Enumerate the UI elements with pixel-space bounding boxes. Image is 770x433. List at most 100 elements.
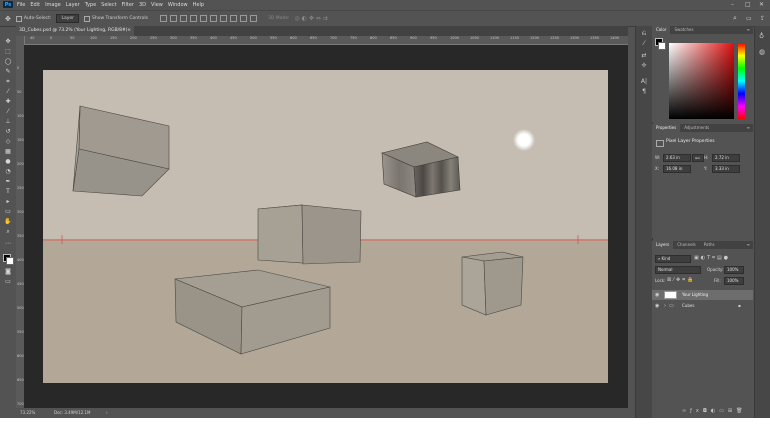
close-document-icon[interactable]: × bbox=[127, 26, 131, 36]
blur-tool-icon[interactable]: ● bbox=[4, 158, 12, 165]
character-icon[interactable]: A| bbox=[640, 78, 648, 86]
x-field[interactable]: 16.08 in bbox=[663, 165, 691, 173]
width-field[interactable]: 2.63 in bbox=[663, 154, 691, 162]
menu-window[interactable]: Window bbox=[168, 2, 188, 8]
height-field[interactable]: 2.72 in bbox=[712, 154, 740, 162]
layer-row-cubes[interactable]: ◉ › ▭ Cubes ▪ bbox=[652, 301, 753, 311]
hue-slider[interactable] bbox=[738, 43, 745, 119]
stamp-tool-icon[interactable]: ⊥ bbox=[4, 118, 12, 125]
background-color-swatch[interactable] bbox=[6, 257, 14, 265]
auto-select-option[interactable]: Auto-Select: bbox=[15, 15, 51, 22]
status-menu-arrow[interactable]: › bbox=[106, 408, 108, 418]
tab-paths[interactable]: Paths bbox=[700, 241, 719, 249]
minimize-button[interactable]: – bbox=[731, 1, 734, 8]
shape-tool-icon[interactable]: ▭ bbox=[4, 208, 12, 215]
crop-tool-icon[interactable]: ⌗ bbox=[4, 78, 12, 85]
brush-settings-icon[interactable]: ⁄ bbox=[640, 40, 648, 48]
quick-mask-icon[interactable]: ◙ bbox=[4, 268, 12, 275]
menu-edit[interactable]: Edit bbox=[30, 2, 40, 8]
tab-adjustments[interactable]: Adjustments bbox=[680, 124, 713, 132]
photoshop-logo-icon[interactable]: Ps bbox=[3, 1, 13, 8]
layer-row-your-lighting[interactable]: ◉ Your Lighting bbox=[652, 290, 753, 300]
menu-filter[interactable]: Filter bbox=[122, 2, 134, 8]
eraser-tool-icon[interactable]: ◇ bbox=[4, 138, 12, 145]
clone-source-icon[interactable]: ✢ bbox=[640, 62, 648, 70]
fill-field[interactable]: 100% bbox=[724, 277, 744, 285]
color-bg-swatch[interactable] bbox=[658, 42, 666, 50]
menu-view[interactable]: View bbox=[151, 2, 163, 8]
dodge-tool-icon[interactable]: ◔ bbox=[4, 168, 12, 175]
3d-mode-icons[interactable]: ◎ ◐ ✥ ⇔ ⇉ bbox=[295, 15, 328, 22]
document-tab-bar: 3D_Cubes.psd @ 73.2% (Your Lighting, RGB… bbox=[16, 26, 628, 36]
document-workspace[interactable] bbox=[24, 45, 628, 408]
canvas[interactable] bbox=[24, 45, 628, 408]
color-field[interactable] bbox=[669, 43, 734, 119]
document-tab[interactable]: 3D_Cubes.psd @ 73.2% (Your Lighting, RGB… bbox=[16, 26, 134, 36]
libraries-icon[interactable]: ◍ bbox=[759, 48, 765, 56]
path-select-icon[interactable]: ▸ bbox=[4, 198, 12, 205]
layer-name[interactable]: Your Lighting bbox=[682, 290, 708, 300]
auto-select-target-dropdown[interactable]: Layer bbox=[56, 14, 79, 23]
layer-name[interactable]: Cubes bbox=[682, 301, 694, 311]
menu-type[interactable]: Type bbox=[85, 2, 96, 8]
marquee-tool-icon[interactable]: ⬚ bbox=[4, 48, 12, 55]
tab-layers[interactable]: Layers bbox=[652, 241, 674, 249]
menu-layer[interactable]: Layer bbox=[66, 2, 80, 8]
properties-panel-menu-icon[interactable]: ≡ bbox=[747, 124, 750, 132]
menu-3d[interactable]: 3D bbox=[139, 2, 146, 8]
menu-file[interactable]: File bbox=[17, 2, 25, 8]
move-tool-icon[interactable]: ✥ bbox=[5, 15, 11, 23]
visibility-eye-icon[interactable]: ◉ bbox=[655, 290, 659, 300]
search-icon[interactable]: ⌕ bbox=[733, 14, 737, 23]
layers-panel-menu-icon[interactable]: ≡ bbox=[747, 241, 750, 249]
lasso-tool-icon[interactable]: ◯ bbox=[4, 58, 12, 65]
opacity-field[interactable]: 100% bbox=[724, 266, 744, 274]
close-button[interactable]: ✕ bbox=[759, 1, 764, 8]
color-panel-menu-icon[interactable]: ≡ bbox=[747, 26, 750, 34]
gradient-tool-icon[interactable]: ▦ bbox=[4, 148, 12, 155]
layer-kind-filter[interactable]: ⌕ Kind bbox=[655, 255, 691, 263]
history-icon[interactable]: ⎌ bbox=[640, 30, 648, 38]
move-tool-icon[interactable]: ✥ bbox=[4, 38, 12, 45]
workspace-icon[interactable]: ▭ bbox=[746, 15, 752, 22]
blend-mode-dropdown[interactable]: Normal bbox=[655, 266, 701, 274]
auto-select-checkbox[interactable] bbox=[15, 15, 22, 22]
eyedropper-tool-icon[interactable]: ⁄ bbox=[4, 88, 12, 95]
y-field[interactable]: 3.33 in bbox=[712, 165, 740, 173]
show-transform-checkbox[interactable] bbox=[83, 15, 90, 22]
maximize-button[interactable]: □ bbox=[745, 1, 751, 8]
tab-color[interactable]: Color bbox=[652, 26, 671, 34]
learn-icon[interactable]: ♁ bbox=[759, 32, 764, 40]
zoom-tool-icon[interactable]: ⌕ bbox=[4, 228, 12, 235]
horizontal-ruler[interactable]: 40 0 50 100 150 200 250 300 350 400 450 500 550 600 65… bbox=[24, 36, 628, 45]
paragraph-icon[interactable]: ¶ bbox=[640, 88, 648, 96]
brush-tool-icon[interactable]: ⁄ bbox=[4, 108, 12, 115]
zoom-level[interactable]: 73.22% bbox=[20, 408, 35, 418]
ruler-h-label: 350 bbox=[190, 36, 197, 40]
tab-swatches[interactable]: Swatches bbox=[670, 26, 697, 34]
tool-presets-icon[interactable]: ⇄ bbox=[640, 52, 648, 60]
menu-image[interactable]: Image bbox=[45, 2, 61, 8]
link-dimensions-button[interactable]: GO bbox=[692, 154, 704, 162]
lock-icons[interactable]: ⊠⁄✥⌗🔒 bbox=[667, 277, 695, 283]
menu-select[interactable]: Select bbox=[101, 2, 116, 8]
more-tools-icon[interactable]: ⋯ bbox=[4, 240, 12, 247]
layers-panel: Layers Channels Paths ≡ ⌕ Kind ▣◐T⌗▤● No… bbox=[652, 241, 753, 418]
menu-help[interactable]: Help bbox=[193, 2, 204, 8]
quick-select-tool-icon[interactable]: ✎ bbox=[4, 68, 12, 75]
visibility-eye-icon[interactable]: ◉ bbox=[655, 301, 659, 311]
history-brush-icon[interactable]: ↺ bbox=[4, 128, 12, 135]
share-icon[interactable]: ⇪ bbox=[760, 15, 765, 22]
pen-tool-icon[interactable]: ✒ bbox=[4, 178, 12, 185]
healing-tool-icon[interactable]: ✚ bbox=[4, 98, 12, 105]
tab-channels[interactable]: Channels bbox=[673, 241, 700, 249]
show-transform-option[interactable]: Show Transform Controls bbox=[83, 15, 148, 22]
screen-mode-icon[interactable]: ▭ bbox=[4, 278, 12, 285]
layers-footer-icons[interactable]: ∞ƒx◘◐▭⊞🗑 bbox=[682, 408, 746, 414]
layer-filter-icons[interactable]: ▣◐T⌗▤● bbox=[694, 255, 730, 261]
type-tool-icon[interactable]: T bbox=[4, 188, 12, 195]
align-buttons[interactable] bbox=[159, 15, 260, 22]
hand-tool-icon[interactable]: ✋ bbox=[4, 218, 12, 225]
expand-chevron-icon[interactable]: › bbox=[664, 301, 666, 311]
tab-properties[interactable]: Properties bbox=[652, 124, 681, 132]
